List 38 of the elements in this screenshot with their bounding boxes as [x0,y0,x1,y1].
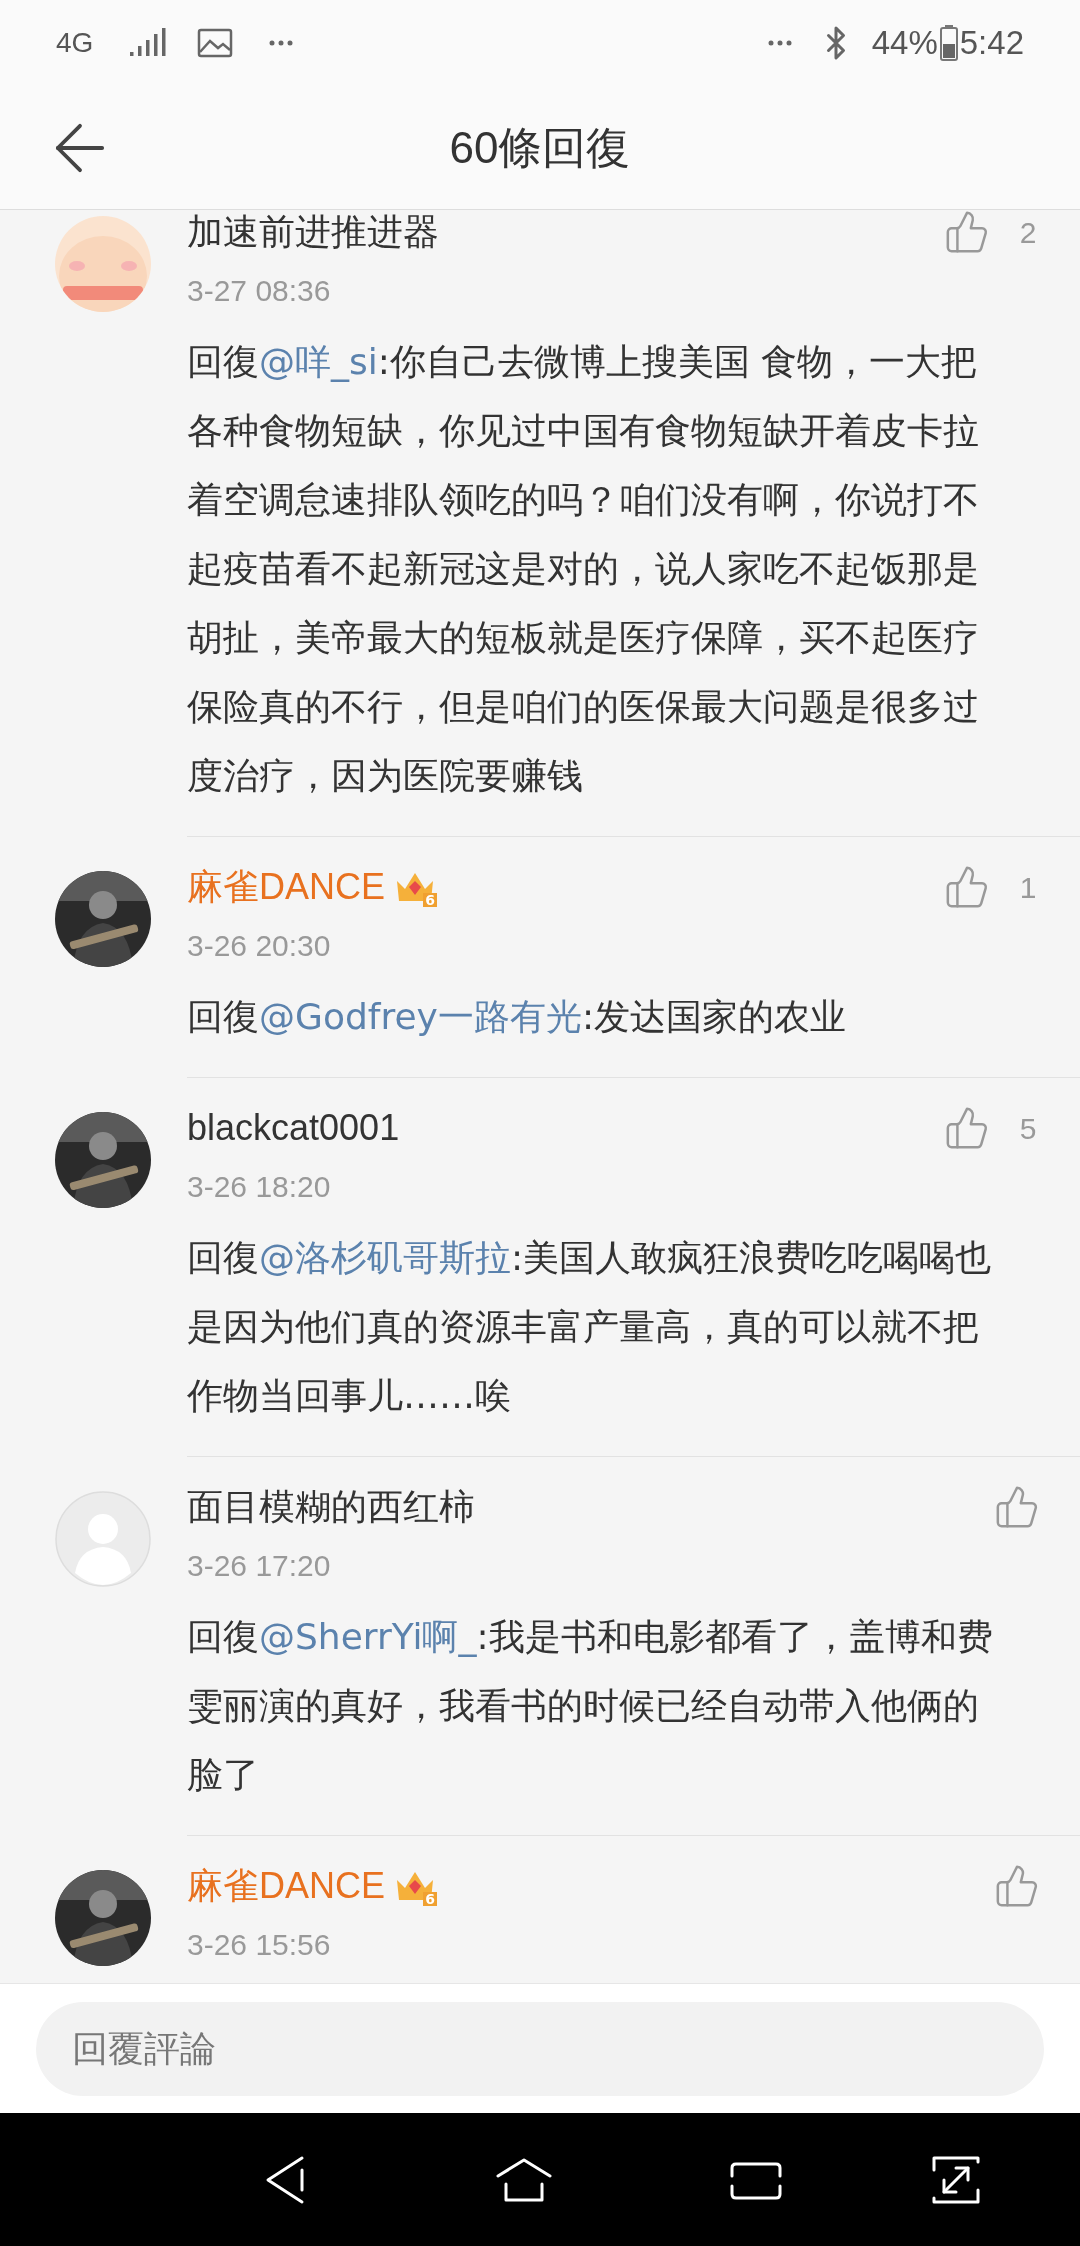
comment-time: 3-26 20:30 [187,928,332,964]
username[interactable]: blackcat0001 [187,1101,400,1155]
like-button[interactable]: 5 [944,1105,1040,1151]
thumbs-up-icon [994,1863,1040,1909]
username[interactable]: 加速前进推进器 [187,210,439,259]
thumbs-up-icon [944,864,990,910]
page-title: 60條回復 [449,121,631,174]
like-button[interactable] [994,1863,1040,1909]
avatar-placeholder-icon [55,1491,151,1587]
comment-text: 回復@SherrYi啊_:我是书和电影都看了，盖博和费雯丽演的真好，我看书的时候已经自动带入他俩的脸了 [187,1615,994,1797]
more-icon [269,40,294,46]
image-icon [197,28,234,58]
comment-text: 回復@洛杉矶哥斯拉:美国人敢疯狂浪费吃吃喝喝也是因为他们真的资源丰富产量高，真的可以就不把作物当回事儿……唉 [187,1236,993,1418]
more-icon [767,40,792,46]
thumbs-up-icon [944,210,990,255]
like-button[interactable] [994,1484,1040,1530]
like-button[interactable]: 1 [944,864,1040,910]
battery-percent: 44% [871,23,938,64]
mention-link[interactable]: @咩_si [259,341,378,382]
mention-link[interactable]: @洛杉矶哥斯拉 [259,1237,511,1278]
reply-field[interactable]: 回覆評論 [36,2001,1044,2096]
comment-time: 3-26 17:20 [187,1548,332,1584]
battery-icon [939,25,958,61]
comment-time: 3-27 08:36 [187,273,332,309]
comment-text: 回復@Godfrey一路有光:发达国家的农业 [187,995,848,1039]
username[interactable]: 麻雀DANCE [187,1859,386,1913]
network-type: 4G [56,26,94,60]
thumbs-up-icon [944,1105,990,1151]
username[interactable]: 面目模糊的西红柿 [187,1480,475,1534]
thumbs-up-icon [994,1484,1040,1530]
mention-link[interactable]: @Godfrey一路有光 [259,996,582,1037]
comment-text: 回復@咩_si:你自己去微博上搜美国 食物，一大把各种食物短缺，你见过中国有食物短缺开着皮卡拉着空调怠速排队领吃的吗？咱们没有啊，你说打不起疫苗看不起新冠这是对的，说人家吃不起饭那是胡扯，美帝最大的短板就是医疗保障，买不起医疗保险真的不行，但是咱们的医保最大问题是很多过度治疗，因为医院要赚钱 [187,340,980,798]
like-button[interactable]: 2 [944,210,1040,255]
username[interactable]: 麻雀DANCE [187,860,386,914]
comment-time: 3-26 15:56 [187,1927,332,1963]
mention-link[interactable]: @SherrYi啊_ [259,1616,477,1657]
clock: 5:42 [959,23,1024,64]
comment-time: 3-26 18:20 [187,1169,332,1205]
